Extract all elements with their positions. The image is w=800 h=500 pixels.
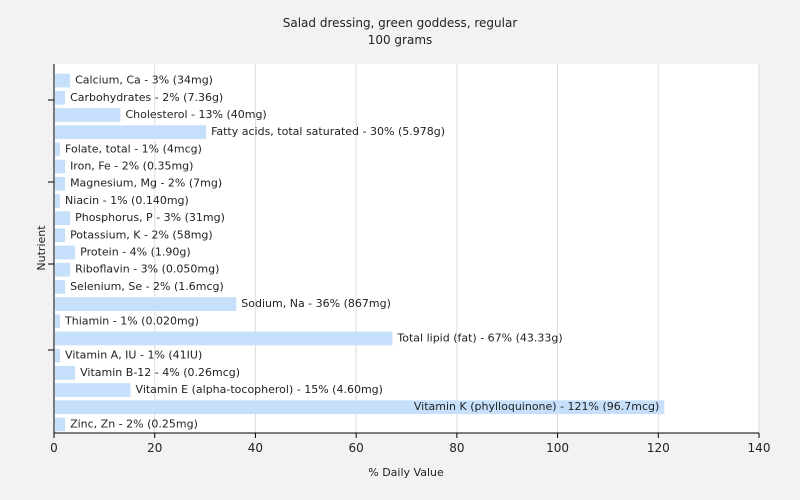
bar [55, 383, 131, 397]
bar-label: Vitamin K (phylloquinone) - 121% (96.7mc… [414, 400, 659, 413]
bar-label: Riboflavin - 3% (0.050mg) [75, 263, 219, 276]
bar [55, 365, 76, 380]
bar [55, 314, 61, 329]
x-tick-label: 80 [449, 441, 464, 455]
bar-label: Magnesium, Mg - 2% (7mg) [70, 177, 222, 190]
bar-label: Cholesterol - 13% (40mg) [125, 108, 266, 121]
bar-label: Fatty acids, total saturated - 30% (5.97… [211, 125, 445, 138]
bar [55, 262, 71, 277]
x-axis-title: % Daily Value [368, 466, 444, 479]
bar [55, 108, 121, 122]
bar-label: Niacin - 1% (0.140mg) [65, 194, 189, 207]
bar-label: Zinc, Zn - 2% (0.25mg) [70, 417, 198, 430]
bar [55, 73, 71, 88]
bar [55, 176, 66, 191]
x-tick-label: 0 [50, 441, 58, 455]
bar-label: Total lipid (fat) - 67% (43.33g) [396, 331, 562, 344]
bar [55, 331, 393, 346]
bar [55, 194, 61, 208]
chart-title: Salad dressing, green goddess, regular [283, 16, 518, 30]
bar-label: Folate, total - 1% (4mcg) [65, 142, 202, 155]
bar [55, 125, 207, 140]
bar-label: Phosphorus, P - 3% (31mg) [75, 211, 225, 224]
nutrient-bar-chart: Salad dressing, green goddess, regular 1… [0, 0, 800, 500]
x-tick-label: 100 [546, 441, 569, 455]
bar [55, 142, 61, 157]
x-tick-label: 140 [748, 441, 771, 455]
x-tick-label: 60 [349, 441, 364, 455]
x-tick-label: 40 [248, 441, 263, 455]
bar-label: Vitamin A, IU - 1% (41IU) [65, 349, 202, 362]
bar-label: Potassium, K - 2% (58mg) [70, 228, 213, 241]
x-tick-label: 120 [647, 441, 670, 455]
bar-label: Vitamin E (alpha-tocopherol) - 15% (4.60… [136, 383, 383, 396]
bar-label: Vitamin B-12 - 4% (0.26mcg) [80, 366, 240, 379]
bar-label: Selenium, Se - 2% (1.6mcg) [70, 280, 224, 293]
bar-label: Thiamin - 1% (0.020mg) [64, 314, 199, 327]
bar [55, 417, 66, 432]
bar [55, 228, 66, 243]
bar-label: Carbohydrates - 2% (7.36g) [70, 91, 223, 104]
bar-label: Iron, Fe - 2% (0.35mg) [70, 160, 193, 173]
bar [55, 245, 76, 260]
bar-label: Calcium, Ca - 3% (34mg) [75, 74, 213, 87]
bar [55, 280, 66, 294]
bar [55, 211, 71, 225]
bar-label: Sodium, Na - 36% (867mg) [241, 297, 391, 310]
bar [55, 159, 66, 174]
bar-label: Protein - 4% (1.90g) [80, 246, 191, 259]
bar [55, 348, 61, 363]
x-tick-label: 20 [147, 441, 162, 455]
bar [55, 90, 66, 105]
chart-subtitle: 100 grams [368, 33, 433, 47]
y-axis-title: Nutrient [35, 225, 48, 271]
bar [55, 297, 237, 311]
